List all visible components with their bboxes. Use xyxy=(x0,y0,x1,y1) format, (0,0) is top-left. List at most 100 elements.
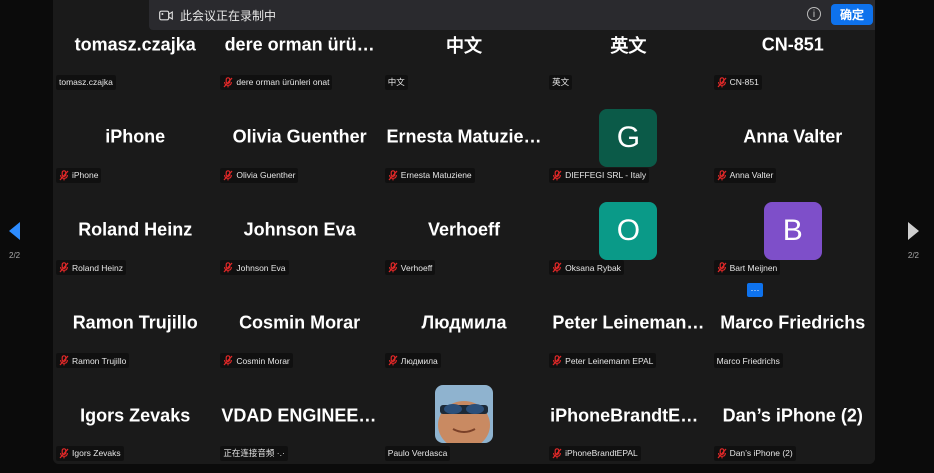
participant-tile[interactable]: iPhone iPhone xyxy=(53,92,218,186)
participant-name-text: CN-851 xyxy=(729,77,759,88)
participant-display-name: Marco Friedrichs xyxy=(720,312,866,333)
participant-name-label: Людмила xyxy=(384,353,441,369)
participant-display-name: tomasz.czajka xyxy=(74,34,196,55)
mic-muted-icon xyxy=(717,169,727,181)
participant-display-name: Verhoeff xyxy=(427,219,500,240)
participant-tile[interactable]: Johnson Eva Johnson Eva xyxy=(217,185,382,279)
participant-display-name: VDAD ENGINEERS xyxy=(221,405,378,426)
participant-name-label: Paulo Verdasca xyxy=(384,445,451,461)
participant-name-text: Cosmin Morar xyxy=(236,355,290,366)
participant-name-label: tomasz.czajka xyxy=(56,74,116,90)
participant-name-text: Ramon Trujillo xyxy=(72,355,127,366)
mic-muted-icon xyxy=(552,448,562,459)
participant-tile[interactable]: Cosmin Morar Cosmin Morar xyxy=(217,278,382,372)
mic-muted-icon xyxy=(59,355,69,366)
mic-muted-icon xyxy=(717,448,727,459)
participant-name-text: Peter Leinemann EPAL xyxy=(565,355,654,366)
participant-display-name: Ramon Trujillo xyxy=(72,312,198,333)
mic-muted-icon xyxy=(717,76,727,88)
participant-name-text: iPhone xyxy=(72,170,99,181)
participant-name-text: Paulo Verdasca xyxy=(387,448,448,459)
participant-photo xyxy=(434,385,493,444)
participant-display-name: Igors Zevaks xyxy=(80,405,191,426)
participant-name-text: Johnson Eva xyxy=(236,262,286,273)
participant-avatar: O xyxy=(599,201,658,260)
participant-tile[interactable]: Dan’s iPhone (2) Dan’s iPhone (2) xyxy=(710,371,875,464)
participant-name-label: iPhoneBrandtEPAL xyxy=(549,445,641,461)
participant-tile[interactable]: O Oksana Rybak xyxy=(546,185,711,279)
participant-name-label: Cosmin Morar xyxy=(220,353,293,369)
participant-name-label: Dan’s iPhone (2) xyxy=(713,445,796,461)
participant-name-label: Johnson Eva xyxy=(220,260,289,276)
confirm-button[interactable]: 确定 xyxy=(831,4,873,25)
participant-name-label: Oksana Rybak xyxy=(549,260,624,276)
participant-name-label: 英文 xyxy=(549,74,573,90)
mic-muted-icon xyxy=(388,262,398,273)
more-options-button[interactable]: ··· xyxy=(747,283,763,297)
participant-name-text: 正在连接音频 ·.· xyxy=(223,448,285,459)
participant-display-name: Olivia Guenther xyxy=(232,126,367,147)
next-page-arrow-icon[interactable] xyxy=(906,220,922,242)
participant-tile[interactable]: Olivia Guenther Olivia Guenther xyxy=(217,92,382,186)
page-indicator-right: 2/2 xyxy=(907,251,919,260)
participant-name-text: Verhoeff xyxy=(400,262,433,273)
participant-display-name: Peter Leineman… xyxy=(552,312,705,333)
mic-muted-icon xyxy=(223,169,233,181)
participant-name-text: Oksana Rybak xyxy=(565,262,621,273)
video-gallery: tomasz.czajka tomasz.czajka dere orman ürü… xyxy=(53,0,875,464)
participant-tile[interactable]: Verhoeff Verhoeff xyxy=(381,185,547,279)
participant-tile[interactable]: Ernesta Matuzie… Ernesta Matuzienе xyxy=(381,92,547,186)
participant-name-text: Igors Zevaks xyxy=(72,448,121,459)
participant-display-name: iPhone xyxy=(105,126,166,147)
participant-name-label: Bart Meijnen xyxy=(713,260,781,276)
participant-tile[interactable]: VDAD ENGINEERS 正在连接音频 ·.· xyxy=(217,371,382,464)
participant-name-label: Ramon Trujillo xyxy=(56,353,130,369)
participant-tile[interactable]: Людмила Людмила xyxy=(381,278,547,372)
previous-page-arrow-icon[interactable] xyxy=(6,220,22,242)
participant-name-text: Ernesta Matuzienе xyxy=(400,170,472,181)
recording-banner: 此会议正在录制中 i 确定 xyxy=(149,0,875,30)
mic-muted-icon xyxy=(59,448,69,459)
participant-tile[interactable]: iPhoneBrandtEP… iPhoneBrandtEPAL xyxy=(546,371,711,464)
participant-display-name: CN-851 xyxy=(761,34,824,55)
participant-name-label: Igors Zevaks xyxy=(56,445,124,461)
participant-name-label: Peter Leinemann EPAL xyxy=(549,353,657,369)
info-icon[interactable]: i xyxy=(807,7,821,21)
participant-tile[interactable]: Ramon Trujillo Ramon Trujillo xyxy=(53,278,218,372)
mic-muted-icon xyxy=(552,169,562,181)
mic-muted-icon xyxy=(388,355,398,366)
participant-tile[interactable]: Igors Zevaks Igors Zevaks xyxy=(53,371,218,464)
participant-name-text: DIEFFEGI SRL - Italy xyxy=(565,170,647,181)
participant-name-text: Anna Valter xyxy=(729,170,774,181)
participant-display-name: Ernesta Matuzie… xyxy=(386,126,542,147)
participant-tile[interactable]: Peter Leineman… Peter Leinemann EPAL xyxy=(546,278,711,372)
participant-tile[interactable]: G DIEFFEGI SRL - Italy xyxy=(546,92,711,186)
participant-name-label: Marco Friedrichs xyxy=(713,353,783,369)
participant-name-label: iPhone xyxy=(56,167,102,183)
participant-tile[interactable]: B Bart Meijnen xyxy=(710,185,875,279)
participant-tile[interactable]: Roland Heinz Roland Heinz xyxy=(53,185,218,279)
mic-muted-icon xyxy=(59,169,69,181)
participant-display-name: iPhoneBrandtEP… xyxy=(550,405,707,426)
participant-name-text: iPhoneBrandtEPAL xyxy=(565,448,638,459)
mic-muted-icon xyxy=(552,262,562,273)
participant-display-name: Людмила xyxy=(421,312,507,333)
participant-tile[interactable]: Anna Valter Anna Valter xyxy=(710,92,875,186)
mic-muted-icon xyxy=(223,262,233,273)
participant-grid: tomasz.czajka tomasz.czajka dere orman ürü… xyxy=(53,0,875,464)
participant-display-name: Anna Valter xyxy=(743,126,843,147)
participant-display-name: Dan’s iPhone (2) xyxy=(722,405,863,426)
participant-name-label: Ernesta Matuzienе xyxy=(384,167,475,183)
participant-tile[interactable]: Paulo Verdasca xyxy=(381,371,547,464)
participant-video xyxy=(434,385,493,444)
recording-message: 此会议正在录制中 xyxy=(180,8,277,23)
participant-tile[interactable]: Marco Friedrichs Marco Friedrichs xyxy=(710,278,875,372)
participant-display-name: Roland Heinz xyxy=(78,219,193,240)
mic-muted-icon xyxy=(223,76,233,88)
participant-avatar: B xyxy=(763,201,822,260)
participant-name-label: 中文 xyxy=(384,74,408,90)
participant-name-text: dere orman ürünleri onat xyxy=(236,77,330,88)
mic-muted-icon xyxy=(388,169,398,181)
mic-muted-icon xyxy=(552,355,562,366)
participant-avatar: G xyxy=(599,108,658,167)
